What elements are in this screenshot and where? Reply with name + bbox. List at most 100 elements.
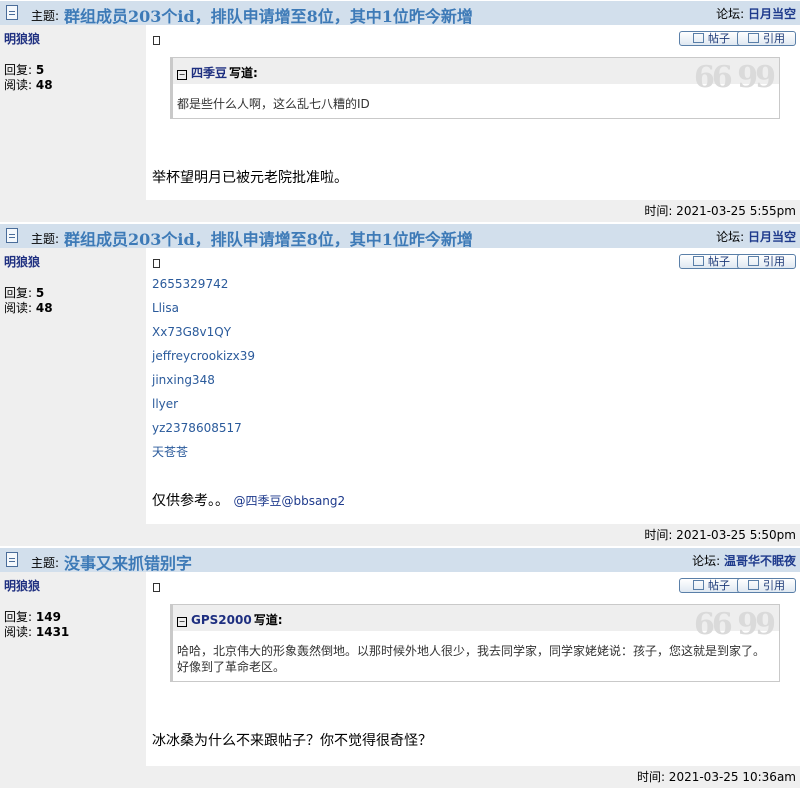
author-panel: 明狼狼 回复: 5 阅读: 48	[0, 25, 148, 200]
post-button[interactable]: 帖子	[679, 578, 744, 593]
quote-wrote: 写道:	[229, 66, 258, 80]
message-line: 仅供参考。。 @四季豆@bbsang2	[148, 490, 800, 510]
post-doc-icon	[153, 36, 160, 45]
id-link[interactable]: jeffreycrookizx39	[152, 348, 796, 372]
collapse-icon[interactable]: −	[177, 617, 187, 627]
post-button-label: 帖子	[708, 32, 730, 45]
id-link[interactable]: yz2378608517	[152, 420, 796, 444]
post-toolbar: 帖子 引用	[148, 572, 800, 598]
quote-button[interactable]: 引用	[737, 578, 796, 593]
id-link[interactable]: 天苍苍	[152, 444, 796, 468]
post-time: 时间: 2021-03-25 10:36am	[0, 766, 800, 788]
replies-count: 5	[35, 63, 45, 77]
views-count: 48	[35, 301, 53, 315]
quote-text: 哈哈，北京伟大的形象轰然倒地。以那时候外地人很少，我去同学家，同学家姥姥说：孩子…	[177, 644, 766, 674]
post-content: 帖子 引用 − GPS2000 写道: 66 99 哈哈，北京伟大的形象轰然倒地。以…	[148, 572, 800, 766]
id-link[interactable]: Llisa	[152, 300, 796, 324]
post-button[interactable]: 帖子	[679, 254, 744, 269]
post-icon	[693, 580, 704, 590]
document-icon	[6, 228, 18, 243]
replies-count: 5	[35, 286, 45, 300]
quote-icon	[748, 256, 759, 266]
post-toolbar: 帖子 引用	[148, 25, 800, 51]
replies-count: 149	[35, 610, 61, 624]
author-panel: 明狼狼 回复: 5 阅读: 48	[0, 248, 148, 524]
views-count: 48	[35, 78, 53, 92]
post-time: 时间: 2021-03-25 5:55pm	[0, 200, 800, 222]
post-header: 主题: 群组成员203个id，排队申请增至8位，其中1位昨今新增 论坛: 日月当…	[0, 223, 800, 250]
post-icon	[693, 256, 704, 266]
views-label: 阅读:	[4, 78, 33, 92]
topic-label: 主题:	[31, 9, 60, 23]
document-icon	[6, 552, 18, 567]
author-name-link[interactable]: 明狼狼	[4, 253, 142, 270]
replies-label: 回复:	[4, 610, 33, 624]
post-button[interactable]: 帖子	[679, 31, 744, 46]
quote-button-label: 引用	[763, 579, 785, 592]
id-link[interactable]: Xx73G8v1QY	[152, 324, 796, 348]
quote-button[interactable]: 引用	[737, 31, 796, 46]
author-stats: 回复: 5 阅读: 48	[4, 63, 142, 93]
topic-label: 主题:	[31, 232, 60, 246]
topic-title-link[interactable]: 没事又来抓错别字	[64, 550, 192, 574]
forum-info: 论坛: 温哥华不眠夜	[692, 552, 796, 569]
author-stats: 回复: 149 阅读: 1431	[4, 610, 142, 640]
views-label: 阅读:	[4, 301, 33, 315]
post-button-label: 帖子	[708, 579, 730, 592]
post-icon	[693, 33, 704, 43]
post-1: 主题: 群组成员203个id，排队申请增至8位，其中1位昨今新增 论坛: 日月当…	[0, 0, 800, 223]
id-link[interactable]: llyer	[152, 396, 796, 420]
message-text: 举杯望明月已被元老院批准啦。	[152, 170, 348, 186]
quote-block: − GPS2000 写道: 66 99 哈哈，北京伟大的形象轰然倒地。以那时候外地人…	[170, 604, 780, 682]
quote-button-label: 引用	[763, 255, 785, 268]
post-content: 帖子 引用 2655329742 Llisa Xx73G8v1QY jeffre…	[148, 248, 800, 524]
collapse-icon[interactable]: −	[177, 70, 187, 80]
author-panel: 明狼狼 回复: 149 阅读: 1431	[0, 572, 148, 766]
replies-label: 回复:	[4, 63, 33, 77]
post-2: 主题: 群组成员203个id，排队申请增至8位，其中1位昨今新增 论坛: 日月当…	[0, 223, 800, 547]
quote-header: − GPS2000 写道: 66 99	[173, 605, 779, 642]
author-stats: 回复: 5 阅读: 48	[4, 286, 142, 316]
post-content: 帖子 引用 − 四季豆 写道: 66 99 都是些什么人啊，这么乱七八糟的ID 举杯…	[148, 25, 800, 200]
post-header: 主题: 群组成员203个id，排队申请增至8位，其中1位昨今新增 论坛: 日月当…	[0, 0, 800, 27]
quote-author[interactable]: GPS2000	[191, 613, 252, 627]
quote-block: − 四季豆 写道: 66 99 都是些什么人啊，这么乱七八糟的ID	[170, 57, 780, 119]
topic-title-link[interactable]: 群组成员203个id，排队申请增至8位，其中1位昨今新增	[64, 3, 473, 27]
topic-title-link[interactable]: 群组成员203个id，排队申请增至8位，其中1位昨今新增	[64, 226, 473, 250]
id-link[interactable]: 2655329742	[152, 276, 796, 300]
message-text: 仅供参考。。	[152, 493, 229, 509]
replies-label: 回复:	[4, 286, 33, 300]
id-list: 2655329742 Llisa Xx73G8v1QY jeffreycrook…	[148, 274, 800, 468]
post-3: 主题: 没事又来抓错别字 论坛: 温哥华不眠夜 明狼狼 回复: 149 阅读: …	[0, 547, 800, 789]
author-name-link[interactable]: 明狼狼	[4, 577, 142, 594]
message-text: 冰冰桑为什么不来跟帖子？你不觉得很奇怪？	[152, 733, 432, 749]
forum-label: 论坛:	[692, 554, 721, 568]
views-label: 阅读:	[4, 625, 33, 639]
mention-links[interactable]: @四季豆@bbsang2	[233, 494, 345, 508]
views-count: 1431	[35, 625, 70, 639]
post-time: 时间: 2021-03-25 5:50pm	[0, 524, 800, 546]
document-icon	[6, 5, 18, 20]
quote-button-label: 引用	[763, 32, 785, 45]
forum-label: 论坛:	[716, 7, 745, 21]
id-link[interactable]: jinxing348	[152, 372, 796, 396]
post-doc-icon	[153, 583, 160, 592]
author-name-link[interactable]: 明狼狼	[4, 30, 142, 47]
quote-wrote: 写道:	[253, 613, 283, 627]
topic-label: 主题:	[31, 556, 60, 570]
forum-link[interactable]: 日月当空	[748, 230, 796, 244]
post-header: 主题: 没事又来抓错别字 论坛: 温哥华不眠夜	[0, 547, 800, 574]
quote-header: − 四季豆 写道: 66 99	[173, 58, 779, 95]
quote-text: 都是些什么人啊，这么乱七八糟的ID	[177, 97, 370, 111]
post-toolbar: 帖子 引用	[148, 248, 800, 274]
quote-author[interactable]: 四季豆	[191, 66, 227, 80]
forum-label: 论坛:	[716, 230, 745, 244]
forum-info: 论坛: 日月当空	[716, 228, 796, 245]
quote-icon	[748, 33, 759, 43]
quote-button[interactable]: 引用	[737, 254, 796, 269]
forum-link[interactable]: 温哥华不眠夜	[724, 554, 796, 568]
forum-link[interactable]: 日月当空	[748, 7, 796, 21]
quote-mark-icon: 66 99	[694, 607, 776, 642]
quote-icon	[748, 580, 759, 590]
post-doc-icon	[153, 259, 160, 268]
